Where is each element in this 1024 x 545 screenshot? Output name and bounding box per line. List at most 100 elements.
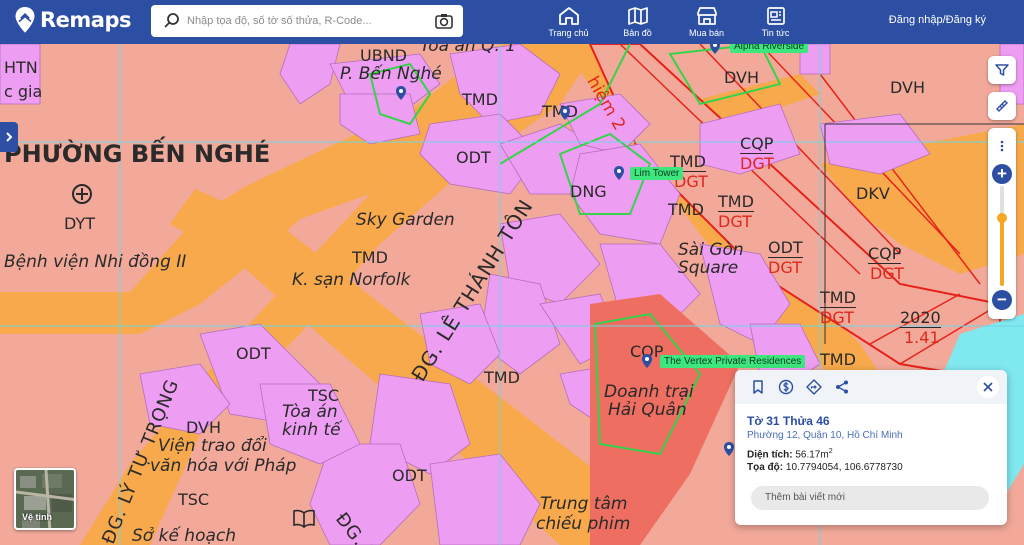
zone-label: CQP [740,134,774,154]
main-nav: Trang chủ Bản đồ Mua bán Tin tức [534,0,810,44]
place-label: Viện trao đổi [158,436,267,456]
satellite-layer-toggle[interactable]: Vệ tinh [14,468,76,530]
coord-label: Tọa độ: [747,462,784,473]
zone-label-red: DGT [740,154,774,173]
zone-label: DVH [890,78,926,97]
news-icon [766,7,785,25]
zone-label-red: DGT [820,308,854,327]
nav-home[interactable]: Trang chủ [534,0,603,44]
store-icon [696,7,717,25]
zone-label: DVH [186,418,222,437]
nav-marketplace[interactable]: Mua bán [672,0,741,44]
directions-button[interactable] [803,376,825,398]
card-toolbar [735,370,1007,404]
zoom-in-button[interactable]: + [992,164,1012,184]
book-icon [292,508,316,529]
zone-label: ODT [236,344,271,363]
close-icon [983,382,993,392]
poi-pin-icon[interactable] [710,44,720,54]
zone-label: TMD [820,288,856,308]
map-icon [627,7,648,25]
chevron-right-icon [6,132,13,142]
camera-icon[interactable] [435,12,453,30]
poi-pin-icon[interactable] [560,106,570,120]
parcel-address: Phường 12, Quận 10, Hồ Chí Minh [747,430,903,441]
directions-icon [806,379,822,395]
nav-map-label: Bản đồ [623,28,652,38]
zoom-panel: + − [988,128,1016,319]
zone-label: TMD [668,200,704,219]
place-label: Tòa án Q. 1 [420,44,517,56]
zone-label: CQP [868,244,902,264]
zone-label: TMD [820,350,856,369]
login-register-link[interactable]: Đăng nhập/Đăng ký [889,14,986,26]
zone-label-red: DGT [768,258,802,277]
brand-name: Remaps [40,8,132,32]
poi-label[interactable]: Lim Tower [630,167,684,180]
area-label: Diện tích: [747,449,793,461]
place-label: P. Bến Nghé [340,64,442,84]
new-post-button[interactable]: Thêm bài viết mới [751,486,989,510]
zone-label-red: DGT [718,212,752,231]
nav-news[interactable]: Tin tức [741,0,810,44]
search-input[interactable] [187,11,427,31]
parcel-title: Tờ 31 Thửa 46 [747,414,830,428]
zoom-out-button[interactable]: − [992,290,1012,310]
place-label: Sky Garden [356,210,455,230]
poi-pin-icon[interactable] [614,166,624,180]
place-label: K. sạn Norfolk [292,270,411,290]
place-label: Sài Gòn [678,240,744,260]
zone-label: TMD [352,248,388,267]
location-pin-icon [15,7,35,33]
zone-label: TMD [484,368,520,387]
price-button[interactable] [775,376,797,398]
poi-label[interactable]: Alpha Riverside [730,44,809,53]
bookmark-button[interactable] [747,376,769,398]
zone-label: DVH [724,68,760,87]
share-button[interactable] [831,376,853,398]
poi-label[interactable]: The Vertex Private Residences [660,355,806,368]
place-label: văn hóa với Pháp [150,456,297,476]
poi-pin-icon[interactable] [724,442,734,456]
zone-label: TSC [178,490,210,509]
zoom-slider-track[interactable] [1000,186,1004,286]
remaps-logo[interactable]: Remaps [14,6,132,34]
poi-pin-icon[interactable] [396,86,406,100]
filter-button[interactable] [988,56,1016,84]
nav-news-label: Tin tức [761,28,790,38]
search-icon[interactable] [163,12,181,30]
place-label: Trung tâm [540,494,628,514]
area-unit-superscript: 2 [828,448,833,455]
more-vertical-icon[interactable] [1000,140,1004,152]
place-label: Hải Quân [608,400,687,420]
zone-label: ODT [456,148,491,167]
satellite-label: Vệ tinh [22,512,53,522]
dollar-circle-icon [778,379,794,395]
zone-label: ODT [392,466,427,485]
share-icon [836,380,848,394]
close-card-button[interactable] [977,376,999,398]
zoom-slider-handle[interactable] [997,213,1007,223]
zone-label: TMD [462,90,498,109]
parcel-area-row: Diện tích: 56.17m2 [747,448,833,460]
zone-label: DKV [856,184,890,203]
home-icon [558,7,579,25]
nav-map[interactable]: Bản đồ [603,0,672,44]
place-label: Square [678,258,739,278]
place-label: kinh tế [282,420,341,440]
area-value: 56.17m [795,449,829,461]
place-label: Tòa án [282,402,338,422]
parcel-coords-row: Tọa độ: 10.7794054, 106.6778730 [747,462,903,473]
zone-label: TMD [718,192,754,212]
filter-icon [995,64,1009,76]
zone-label: c gia [4,82,43,101]
sidebar-toggle[interactable] [0,122,18,152]
zone-label: DNG [570,182,607,201]
zoom-slider-fill [1000,218,1004,286]
zone-label: UBND [360,46,407,65]
nav-home-label: Trang chủ [548,28,589,38]
place-label: Doanh trại [604,382,694,402]
measure-button[interactable] [988,92,1016,120]
zone-label: HTN [4,58,38,77]
poi-pin-icon[interactable] [642,354,652,368]
